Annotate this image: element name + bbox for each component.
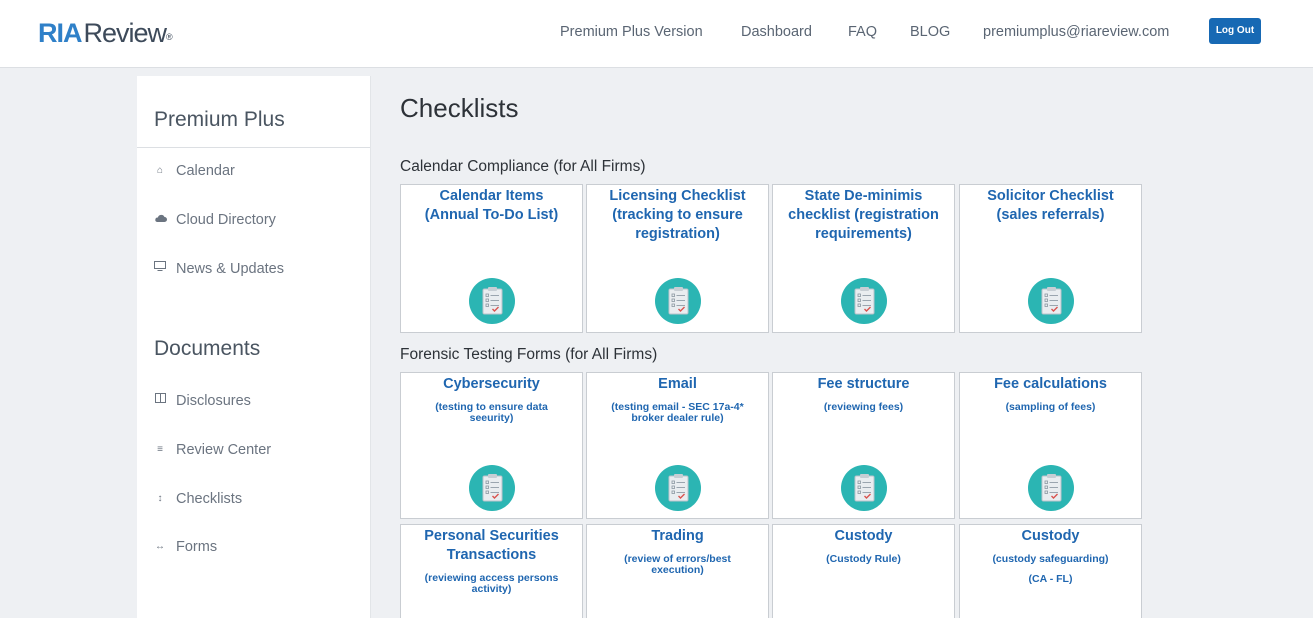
cloud-icon (153, 209, 167, 231)
card-subtitle: (reviewing access persons activity) (424, 572, 559, 595)
monitor-icon (153, 258, 167, 280)
nav-faq[interactable]: FAQ (848, 22, 877, 42)
card-solicitor-checklist[interactable]: Solicitor Checklist (sales referrals) (959, 184, 1142, 333)
sidebar: Premium Plus ⌂ Calendar Cloud Directory N… (137, 76, 371, 618)
checklist-icon (655, 278, 701, 324)
checklist-icon (469, 278, 515, 324)
sidebar-item-label: Calendar (176, 163, 235, 179)
checklist-icon (655, 465, 701, 511)
sidebar-heading-premium-plus: Premium Plus (154, 108, 285, 131)
sidebar-divider (137, 147, 370, 148)
card-title: Cybersecurity (443, 376, 540, 392)
card-cybersecurity[interactable]: Cybersecurity (testing to ensure data se… (400, 372, 583, 519)
sidebar-item-label: Disclosures (176, 393, 251, 409)
sidebar-heading-documents: Documents (154, 337, 261, 360)
sidebar-item-checklists[interactable]: ↕ Checklists (153, 488, 243, 510)
page-title: Checklists (400, 93, 519, 123)
sidebar-item-disclosures[interactable]: Disclosures (153, 390, 251, 412)
card-trading[interactable]: Trading (review of errors/best execution… (586, 524, 769, 618)
nav-user-email[interactable]: premiumplus@riareview.com (983, 22, 1169, 42)
vertical-arrows-icon: ↕ (157, 493, 163, 505)
sidebar-item-review-center[interactable]: ≡ Review Center (153, 439, 271, 461)
logo-ria-text: RIA (38, 18, 82, 48)
home-icon: ⌂ (156, 165, 164, 177)
card-title: Email (658, 376, 697, 392)
card-title: Trading (651, 528, 704, 544)
sidebar-item-calendar[interactable]: ⌂ Calendar (153, 160, 235, 182)
card-title: Fee structure (817, 376, 910, 392)
card-fee-structure[interactable]: Fee structure (reviewing fees) (772, 372, 955, 519)
checklist-icon (841, 278, 887, 324)
card-subtitle: (testing email - SEC 17a-4* broker deale… (611, 401, 744, 424)
card-title: State De-minimis checklist (registration… (788, 188, 939, 242)
card-subtitle: (testing to ensure data seeurity) (435, 401, 548, 424)
card-subtitle: (sampling of fees) (1005, 401, 1096, 413)
card-subtitle: (custody safeguarding) (992, 553, 1109, 565)
checklist-icon (469, 465, 515, 511)
card-fee-calculations[interactable]: Fee calculations (sampling of fees) (959, 372, 1142, 519)
card-licensing-checklist[interactable]: Licensing Checklist (tracking to ensure … (586, 184, 769, 333)
card-title: Licensing Checklist (tracking to ensure … (609, 188, 746, 242)
card-custody-safeguarding[interactable]: Custody (custody safeguarding) (CA - FL) (959, 524, 1142, 618)
card-title: Fee calculations (994, 376, 1107, 392)
card-subtitle: (reviewing fees) (823, 401, 904, 413)
card-subtitle: (Custody Rule) (826, 553, 901, 565)
sidebar-item-label: Checklists (176, 491, 243, 507)
sidebar-item-label: Cloud Directory (176, 212, 276, 228)
sidebar-item-news-updates[interactable]: News & Updates (153, 258, 284, 280)
columns-icon (153, 390, 167, 412)
section-heading-forensic-testing-forms: Forensic Testing Forms (for All Firms) (400, 346, 658, 363)
riareview-logo[interactable]: RIAReview® (38, 18, 173, 48)
checklist-icon (1028, 465, 1074, 511)
card-email[interactable]: Email (testing email - SEC 17a-4* broker… (586, 372, 769, 519)
nav-dashboard[interactable]: Dashboard (741, 22, 812, 42)
logo-trademark: ® (166, 32, 173, 42)
nav-blog[interactable]: BLOG (910, 22, 950, 42)
card-calendar-items[interactable]: Calendar Items (Annual To-Do List) (400, 184, 583, 333)
card-state-de-minimis-checklist[interactable]: State De-minimis checklist (registration… (772, 184, 955, 333)
top-navbar: RIAReview® Premium Plus Version Dashboar… (0, 0, 1313, 68)
card-title: Custody (1021, 528, 1080, 544)
card-title: Solicitor Checklist (sales referrals) (987, 188, 1114, 223)
card-subtitle-region: (CA - FL) (1028, 573, 1073, 585)
horizontal-arrows-icon: ↔ (155, 541, 165, 553)
menu-icon: ≡ (157, 444, 163, 456)
checklist-icon (841, 465, 887, 511)
card-personal-securities-transactions[interactable]: Personal Securities Transactions (review… (400, 524, 583, 618)
card-subtitle: (review of errors/best execution) (624, 553, 731, 576)
logout-button[interactable]: Log Out (1209, 18, 1261, 44)
sidebar-item-cloud-directory[interactable]: Cloud Directory (153, 209, 276, 231)
sidebar-item-label: Review Center (176, 442, 272, 458)
card-custody-rule[interactable]: Custody (Custody Rule) (772, 524, 955, 618)
sidebar-item-label: Forms (176, 539, 218, 555)
checklist-icon (1028, 278, 1074, 324)
sidebar-item-label: News & Updates (176, 261, 284, 277)
sidebar-item-forms[interactable]: ↔ Forms (153, 536, 217, 558)
card-title: Calendar Items (Annual To-Do List) (424, 188, 559, 223)
card-title: Personal Securities Transactions (424, 528, 559, 563)
card-title: Custody (834, 528, 893, 544)
nav-premium-plus-version[interactable]: Premium Plus Version (560, 22, 703, 42)
section-heading-calendar-compliance: Calendar Compliance (for All Firms) (400, 158, 646, 175)
logo-review-text: Review (83, 18, 168, 48)
